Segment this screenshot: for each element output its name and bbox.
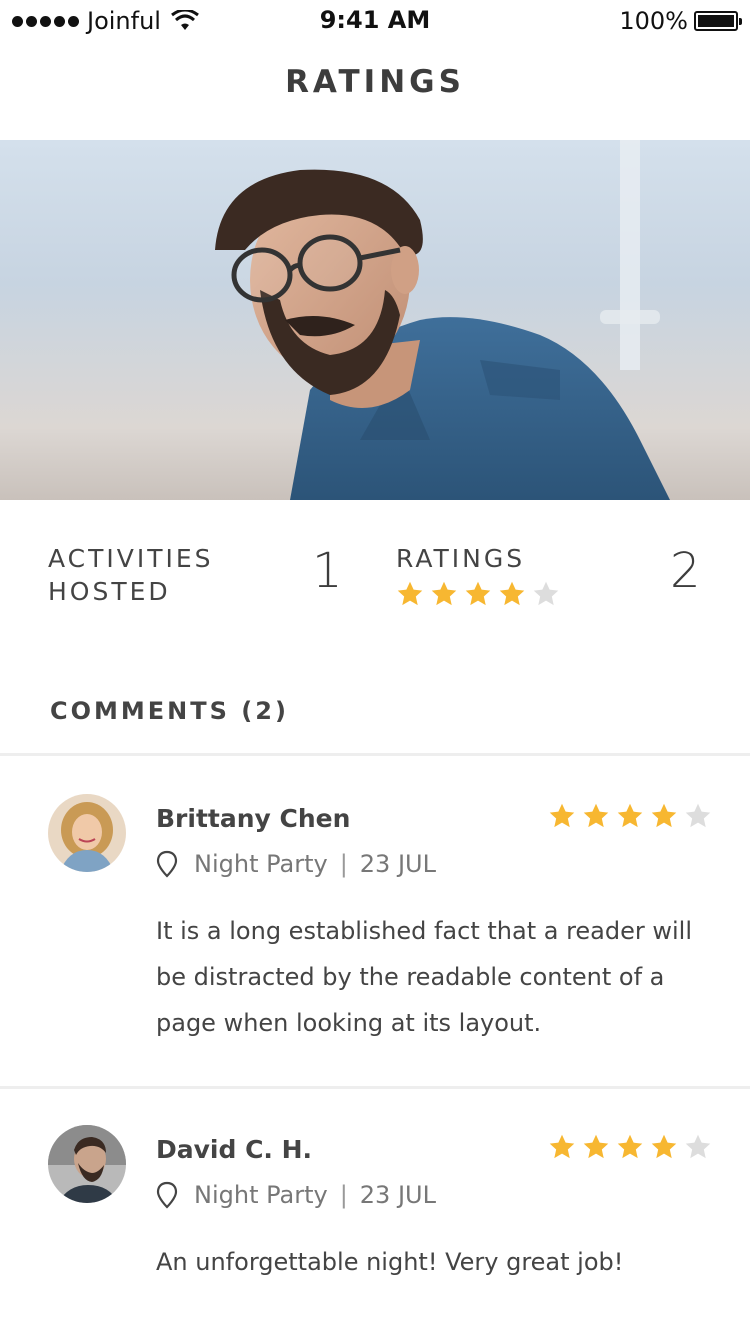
comment-stars	[548, 802, 712, 830]
star-filled-icon	[499, 581, 525, 606]
star-empty-icon	[685, 803, 711, 828]
comment-activity[interactable]: Night Party	[194, 850, 328, 878]
activities-label-line1: ACTIVITIES	[48, 544, 214, 573]
status-bar-right: 100%	[619, 7, 742, 35]
ratings-label: RATINGS	[396, 544, 526, 573]
star-filled-icon	[431, 581, 457, 606]
star-empty-icon	[533, 581, 559, 606]
meta-separator: |	[339, 850, 348, 878]
meta-separator: |	[339, 1181, 348, 1209]
battery-icon	[694, 11, 742, 31]
star-filled-icon	[397, 581, 423, 606]
comment-activity[interactable]: Night Party	[194, 1181, 328, 1209]
star-filled-icon	[549, 803, 575, 828]
comment-date: 23 JUL	[359, 850, 436, 878]
comment-stars	[548, 1133, 712, 1161]
avatar-brittany-image	[48, 794, 126, 872]
comment-item[interactable]: David C. H. Night Party | 23 JUL An unfo…	[0, 1089, 750, 1334]
activities-label-line2: HOSTED	[48, 577, 171, 606]
battery-percent: 100%	[619, 7, 688, 35]
comment-meta: Night Party | 23 JUL	[156, 850, 436, 878]
commenter-name[interactable]: David C. H.	[156, 1135, 312, 1164]
star-filled-icon	[617, 803, 643, 828]
ratings-screen: Joinful 9:41 AM 100% RATINGS ACTIVITIES …	[0, 0, 750, 1334]
comment-date: 23 JUL	[359, 1181, 436, 1209]
avatar[interactable]	[48, 1125, 126, 1203]
ratings-value: 2	[670, 543, 701, 599]
host-profile-photo	[0, 140, 750, 500]
star-filled-icon	[617, 1134, 643, 1159]
activities-hosted-value: 1	[312, 543, 343, 599]
comment-item[interactable]: Brittany Chen Night Party | 23 JUL It is…	[0, 756, 750, 1086]
status-bar: Joinful 9:41 AM 100%	[0, 0, 750, 40]
avatar[interactable]	[48, 794, 126, 872]
location-pin-icon	[156, 1181, 178, 1209]
star-empty-icon	[685, 1134, 711, 1159]
location-pin-icon	[156, 850, 178, 878]
comment-text: It is a long established fact that a rea…	[156, 917, 693, 1037]
ratings-stars	[396, 580, 560, 608]
comment-meta: Night Party | 23 JUL	[156, 1181, 436, 1209]
commenter-name[interactable]: Brittany Chen	[156, 804, 350, 833]
activities-hosted-label: ACTIVITIES HOSTED	[48, 542, 214, 608]
avatar-david-image	[48, 1125, 126, 1203]
star-filled-icon	[583, 803, 609, 828]
comments-header: COMMENTS (2)	[50, 697, 289, 725]
star-filled-icon	[651, 1134, 677, 1159]
page-title: RATINGS	[285, 64, 465, 100]
star-filled-icon	[549, 1134, 575, 1159]
host-portrait-illustration	[215, 140, 670, 500]
star-filled-icon	[465, 581, 491, 606]
star-filled-icon	[651, 803, 677, 828]
comment-text: An unforgettable night! Very great job!	[156, 1248, 624, 1276]
star-filled-icon	[583, 1134, 609, 1159]
